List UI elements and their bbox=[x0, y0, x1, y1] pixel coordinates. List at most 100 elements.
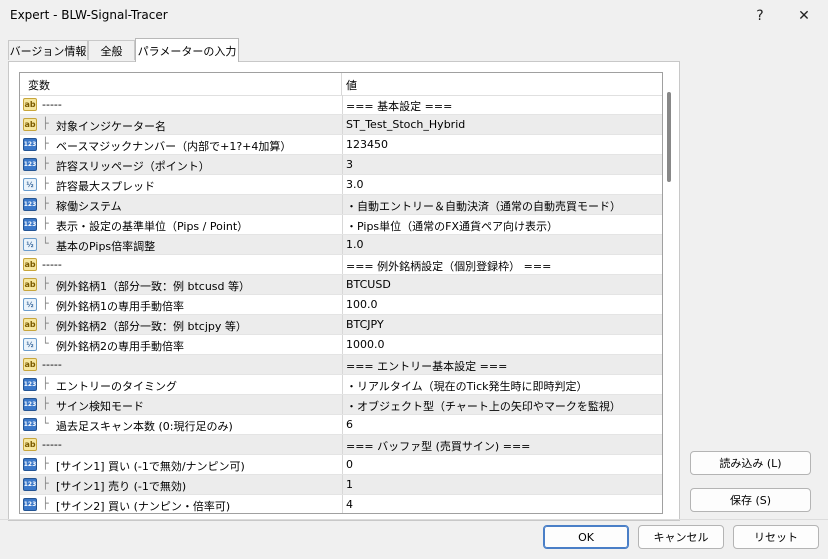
parameter-value-cell[interactable]: ・Pips単位（通常のFX通貨ペア向け表示） bbox=[342, 215, 662, 235]
reset-button[interactable]: リセット bbox=[733, 525, 819, 549]
table-row[interactable]: ½ ├ 許容最大スプレッド 3.0 bbox=[20, 175, 662, 195]
parameter-name-cell[interactable]: ab ----- bbox=[20, 435, 341, 455]
parameter-value[interactable]: ・Pips単位（通常のFX通貨ペア向け表示） bbox=[346, 218, 558, 234]
parameter-value[interactable]: === エントリー基本設定 === bbox=[346, 358, 507, 374]
parameter-name-cell[interactable]: 123 ├ エントリーのタイミング bbox=[20, 375, 341, 395]
parameter-value-cell[interactable]: BTCJPY bbox=[342, 315, 662, 335]
parameter-value[interactable]: ・自動エントリー＆自動決済（通常の自動売買モード） bbox=[346, 198, 621, 214]
table-row[interactable]: ab ----- === 基本設定 === bbox=[20, 95, 662, 115]
parameter-value-cell[interactable]: 123450 bbox=[342, 135, 662, 155]
load-button[interactable]: 読み込み (L) bbox=[690, 451, 811, 475]
parameter-name-cell[interactable]: 123 ├ サイン検知モード bbox=[20, 395, 341, 415]
parameter-value[interactable]: 123450 bbox=[346, 138, 388, 151]
cancel-button[interactable]: キャンセル bbox=[638, 525, 724, 549]
parameter-value[interactable]: === 例外銘柄設定（個別登録枠） === bbox=[346, 258, 551, 274]
parameter-value[interactable]: 4 bbox=[346, 498, 353, 511]
parameter-value[interactable]: 1 bbox=[346, 478, 353, 491]
parameter-name-cell[interactable]: 123 ├ [サイン1] 売り (-1で無効) bbox=[20, 475, 341, 495]
table-row[interactable]: 123 ├ サイン検知モード ・オブジェクト型（チャート上の矢印やマークを監視） bbox=[20, 395, 662, 415]
parameter-name-cell[interactable]: 123 └ 過去足スキャン本数 (0:現行足のみ) bbox=[20, 415, 341, 435]
table-row[interactable]: 123 ├ 許容スリッページ（ポイント） 3 bbox=[20, 155, 662, 175]
parameter-value[interactable]: 3.0 bbox=[346, 178, 364, 191]
parameter-value[interactable]: 3 bbox=[346, 158, 353, 171]
parameter-name-cell[interactable]: ab ├ 例外銘柄2（部分一致：例 btcjpy 等） bbox=[20, 315, 341, 335]
parameter-value-cell[interactable]: 6 bbox=[342, 415, 662, 435]
parameter-value[interactable]: 0 bbox=[346, 458, 353, 471]
table-row[interactable]: 123 ├ [サイン1] 買い (-1で無効/ナンピン可) 0 bbox=[20, 455, 662, 475]
parameter-value-cell[interactable]: ・リアルタイム（現在のTick発生時に即時判定） bbox=[342, 375, 662, 395]
table-row[interactable]: ab ├ 対象インジケーター名 ST_Test_Stoch_Hybrid bbox=[20, 115, 662, 135]
table-row[interactable]: 123 └ 過去足スキャン本数 (0:現行足のみ) 6 bbox=[20, 415, 662, 435]
parameter-name-cell[interactable]: ab ├ 対象インジケーター名 bbox=[20, 115, 341, 135]
table-row[interactable]: 123 ├ エントリーのタイミング ・リアルタイム（現在のTick発生時に即時判定） bbox=[20, 375, 662, 395]
parameter-value-cell[interactable]: === エントリー基本設定 === bbox=[342, 355, 662, 375]
parameter-value[interactable]: 100.0 bbox=[346, 298, 378, 311]
parameter-name-cell[interactable]: ½ ├ 許容最大スプレッド bbox=[20, 175, 341, 195]
parameter-name-cell[interactable]: ab ├ 例外銘柄1（部分一致：例 btcusd 等） bbox=[20, 275, 341, 295]
parameter-value-cell[interactable]: ・自動エントリー＆自動決済（通常の自動売買モード） bbox=[342, 195, 662, 215]
parameter-name-cell[interactable]: ab ----- bbox=[20, 95, 341, 115]
table-row[interactable]: 123 ├ 稼働システム ・自動エントリー＆自動決済（通常の自動売買モード） bbox=[20, 195, 662, 215]
parameter-value[interactable]: === 基本設定 === bbox=[346, 98, 452, 114]
tab-input-parameters[interactable]: パラメーターの入力 bbox=[135, 38, 239, 62]
parameter-name-cell[interactable]: 123 ├ 稼働システム bbox=[20, 195, 341, 215]
parameter-value-cell[interactable]: 0 bbox=[342, 455, 662, 475]
parameter-value-cell[interactable]: 1.0 bbox=[342, 235, 662, 255]
table-row[interactable]: ab ----- === バッファ型 (売買サイン) === bbox=[20, 435, 662, 455]
parameter-value[interactable]: 6 bbox=[346, 418, 353, 431]
parameter-value[interactable]: === バッファ型 (売買サイン) === bbox=[346, 438, 530, 454]
parameter-value-cell[interactable]: ・オブジェクト型（チャート上の矢印やマークを監視） bbox=[342, 395, 662, 415]
parameter-value-cell[interactable]: BTCUSD bbox=[342, 275, 662, 295]
help-button[interactable]: ? bbox=[740, 0, 780, 32]
parameter-name-cell[interactable]: ab ----- bbox=[20, 255, 341, 275]
parameter-value-cell[interactable]: === バッファ型 (売買サイン) === bbox=[342, 435, 662, 455]
parameter-value[interactable]: 1.0 bbox=[346, 238, 364, 251]
parameter-value-cell[interactable]: 4 bbox=[342, 495, 662, 513]
tab-general[interactable]: 全般 bbox=[88, 40, 135, 60]
table-row[interactable]: ab ├ 例外銘柄1（部分一致：例 btcusd 等） BTCUSD bbox=[20, 275, 662, 295]
table-row[interactable]: 123 ├ 表示・設定の基準単位（Pips / Point） ・Pips単位（通常のF… bbox=[20, 215, 662, 235]
tab-version-info[interactable]: バージョン情報 bbox=[8, 40, 88, 60]
table-row[interactable]: ab ----- === エントリー基本設定 === bbox=[20, 355, 662, 375]
integer-type-icon: 123 bbox=[23, 378, 37, 391]
parameter-value[interactable]: BTCUSD bbox=[346, 278, 391, 291]
save-button[interactable]: 保存 (S) bbox=[690, 488, 811, 512]
parameter-name-cell[interactable]: 123 ├ [サイン1] 買い (-1で無効/ナンピン可) bbox=[20, 455, 341, 475]
table-row[interactable]: 123 ├ ベースマジックナンバー（内部で+1?+4加算） 123450 bbox=[20, 135, 662, 155]
parameter-value-cell[interactable]: ST_Test_Stoch_Hybrid bbox=[342, 115, 662, 135]
parameter-name-cell[interactable]: 123 ├ [サイン2] 買い (ナンピン・倍率可) bbox=[20, 495, 341, 513]
column-header-variable[interactable]: 変数 bbox=[28, 77, 50, 93]
parameter-value-cell[interactable]: 100.0 bbox=[342, 295, 662, 315]
close-button[interactable]: ✕ bbox=[784, 0, 824, 32]
table-row[interactable]: ½ ├ 例外銘柄1の専用手動倍率 100.0 bbox=[20, 295, 662, 315]
ok-button[interactable]: OK bbox=[543, 525, 629, 549]
parameter-name-cell[interactable]: ab ----- bbox=[20, 355, 341, 375]
parameter-value-cell[interactable]: 1000.0 bbox=[342, 335, 662, 355]
parameter-name: ----- bbox=[42, 358, 62, 371]
parameter-value[interactable]: BTCJPY bbox=[346, 318, 384, 331]
table-row[interactable]: ½ └ 例外銘柄2の専用手動倍率 1000.0 bbox=[20, 335, 662, 355]
tree-branch-icon: ├ bbox=[42, 217, 49, 230]
parameter-value[interactable]: ・オブジェクト型（チャート上の矢印やマークを監視） bbox=[346, 398, 621, 414]
parameter-value-cell[interactable]: === 例外銘柄設定（個別登録枠） === bbox=[342, 255, 662, 275]
parameter-name-cell[interactable]: 123 ├ 許容スリッページ（ポイント） bbox=[20, 155, 341, 175]
parameter-name-cell[interactable]: 123 ├ 表示・設定の基準単位（Pips / Point） bbox=[20, 215, 341, 235]
vertical-scrollbar[interactable] bbox=[667, 92, 671, 182]
parameter-name-cell[interactable]: 123 ├ ベースマジックナンバー（内部で+1?+4加算） bbox=[20, 135, 341, 155]
column-header-value[interactable]: 値 bbox=[346, 77, 357, 93]
parameter-name-cell[interactable]: ½ └ 例外銘柄2の専用手動倍率 bbox=[20, 335, 341, 355]
parameter-value-cell[interactable]: 1 bbox=[342, 475, 662, 495]
parameter-value[interactable]: 1000.0 bbox=[346, 338, 385, 351]
parameter-value[interactable]: ・リアルタイム（現在のTick発生時に即時判定） bbox=[346, 378, 588, 394]
table-row[interactable]: 123 ├ [サイン1] 売り (-1で無効) 1 bbox=[20, 475, 662, 495]
parameter-value-cell[interactable]: 3.0 bbox=[342, 175, 662, 195]
parameter-name-cell[interactable]: ½ ├ 例外銘柄1の専用手動倍率 bbox=[20, 295, 341, 315]
table-row[interactable]: ab ----- === 例外銘柄設定（個別登録枠） === bbox=[20, 255, 662, 275]
table-row[interactable]: 123 ├ [サイン2] 買い (ナンピン・倍率可) 4 bbox=[20, 495, 662, 513]
parameter-value-cell[interactable]: 3 bbox=[342, 155, 662, 175]
parameter-name-cell[interactable]: ½ └ 基本のPips倍率調整 bbox=[20, 235, 341, 255]
table-row[interactable]: ab ├ 例外銘柄2（部分一致：例 btcjpy 等） BTCJPY bbox=[20, 315, 662, 335]
parameter-value[interactable]: ST_Test_Stoch_Hybrid bbox=[346, 118, 465, 131]
parameter-value-cell[interactable]: === 基本設定 === bbox=[342, 95, 662, 115]
table-row[interactable]: ½ └ 基本のPips倍率調整 1.0 bbox=[20, 235, 662, 255]
